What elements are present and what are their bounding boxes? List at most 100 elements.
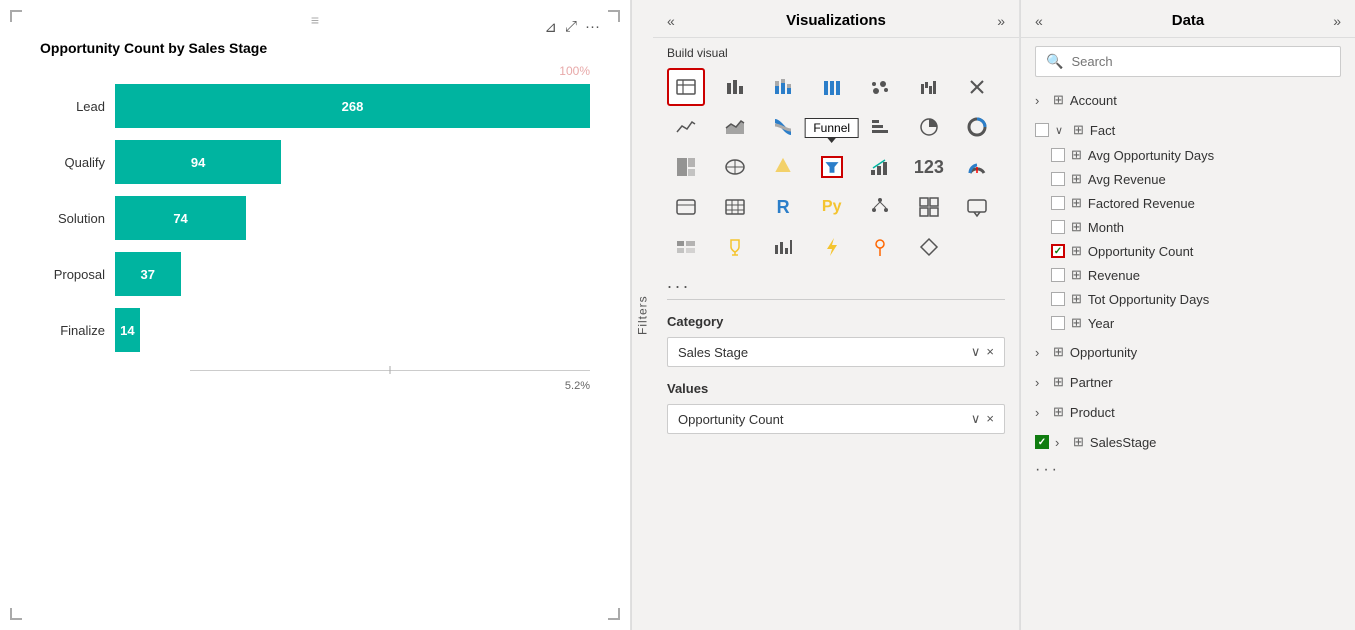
viz-icon-donut[interactable] [958, 108, 996, 146]
viz-icons-grid: Funnel 123 R [653, 64, 1019, 270]
viz-icon-treemap[interactable] [667, 148, 705, 186]
viz-icon-Py[interactable]: Py [813, 188, 851, 226]
group-header-partner[interactable]: › ⊞ Partner [1021, 369, 1355, 395]
viz-icon-kpi[interactable] [861, 148, 899, 186]
viz-icon-bar2[interactable] [861, 108, 899, 146]
expand-arrow-partner[interactable]: › [1035, 375, 1047, 390]
viz-icon-ribbon[interactable] [764, 108, 802, 146]
expand-arrow-opportunity[interactable]: › [1035, 345, 1047, 360]
data-more-btn[interactable]: ··· [1021, 457, 1355, 483]
bar-fill[interactable]: 74 [115, 196, 246, 240]
item-checkbox-avg-opp-days[interactable] [1051, 148, 1065, 162]
values-dropdown-icons: ∨ × [971, 411, 994, 427]
item-checkbox-factored-revenue[interactable] [1051, 196, 1065, 210]
viz-icon-waterfall[interactable] [910, 68, 948, 106]
expand-data-right-icon[interactable]: » [1333, 13, 1341, 29]
viz-icon-number[interactable]: 123 [910, 148, 948, 186]
data-item-tot-opportunity-days[interactable]: ⊞ Tot Opportunity Days [1021, 287, 1355, 311]
drag-handle[interactable]: ≡ [311, 12, 319, 28]
filter-icon[interactable]: ⊿ [544, 18, 557, 36]
group-header-product[interactable]: › ⊞ Product [1021, 399, 1355, 425]
viz-icon-scatter[interactable] [861, 68, 899, 106]
data-item-avg-revenue[interactable]: ⊞ Avg Revenue [1021, 167, 1355, 191]
viz-icon-pie[interactable] [910, 108, 948, 146]
dropdown-icons: ∨ × [971, 344, 994, 360]
chart-percent-top: 100% [40, 64, 590, 78]
viz-icon-bar[interactable] [716, 68, 754, 106]
bar-label: Solution [40, 211, 115, 226]
viz-icon-table2[interactable] [716, 188, 754, 226]
close-icon2[interactable]: × [986, 411, 994, 427]
resize-handle-bl[interactable] [10, 608, 22, 620]
viz-icon-line[interactable] [667, 108, 705, 146]
bar-label: Finalize [40, 323, 115, 338]
group-checkbox[interactable] [1035, 123, 1049, 137]
viz-icon-x[interactable] [958, 68, 996, 106]
data-item-factored-revenue[interactable]: ⊞ Factored Revenue [1021, 191, 1355, 215]
search-input[interactable] [1071, 54, 1330, 69]
viz-icon-table[interactable] [667, 68, 705, 106]
viz-icon-100-bar[interactable] [813, 68, 851, 106]
bar-fill[interactable]: 37 [115, 252, 181, 296]
bar-fill[interactable]: 94 [115, 140, 281, 184]
viz-icon-grid2[interactable] [910, 188, 948, 226]
expand-arrow-account[interactable]: › [1035, 93, 1047, 108]
item-checkbox-tot-opportunity-days[interactable] [1051, 292, 1065, 306]
group-icon-partner: ⊞ [1053, 374, 1064, 390]
viz-icon-shape-map[interactable] [764, 148, 802, 186]
item-checkbox-revenue[interactable] [1051, 268, 1065, 282]
data-item-month[interactable]: ⊞ Month [1021, 215, 1355, 239]
viz-icon-gauge[interactable] [958, 148, 996, 186]
search-box[interactable]: 🔍 [1035, 46, 1341, 77]
item-checkbox-year[interactable] [1051, 316, 1065, 330]
chevron-down-icon2[interactable]: ∨ [971, 411, 981, 427]
data-item-opportunity-count[interactable]: ✓ ⊞ Opportunity Count [1021, 239, 1355, 263]
resize-handle-br[interactable] [608, 608, 620, 620]
chart-panel: ≡ ⊿ ⤢ ··· Opportunity Count by Sales Sta… [0, 0, 630, 630]
viz-icon-small-bar[interactable] [764, 228, 802, 266]
group-header-fact[interactable]: ∨ ⊞ Fact [1021, 117, 1355, 143]
viz-icon-card[interactable] [667, 188, 705, 226]
group-header-account[interactable]: › ⊞ Account [1021, 87, 1355, 113]
viz-icon-lightning[interactable] [813, 228, 851, 266]
expand-right-icon[interactable]: » [997, 13, 1005, 29]
viz-icon-diamond[interactable] [910, 228, 948, 266]
group-checkbox[interactable]: ✓ [1035, 435, 1049, 449]
close-icon[interactable]: × [986, 344, 994, 360]
viz-icon-funnel[interactable]: Funnel [813, 148, 851, 186]
viz-arrows-left: « [667, 13, 675, 29]
collapse-data-left-icon[interactable]: « [1035, 13, 1043, 29]
item-checkbox-opportunity-count[interactable]: ✓ [1051, 244, 1065, 258]
viz-icon-stacked-bar[interactable] [764, 68, 802, 106]
viz-icon-comment[interactable] [958, 188, 996, 226]
values-dropdown[interactable]: Opportunity Count ∨ × [667, 404, 1005, 434]
bar-fill[interactable]: 268 [115, 84, 590, 128]
item-checkbox-avg-revenue[interactable] [1051, 172, 1065, 186]
viz-icon-map[interactable] [716, 148, 754, 186]
data-item-revenue[interactable]: ⊞ Revenue [1021, 263, 1355, 287]
group-header-salesstage[interactable]: ✓ › ⊞ SalesStage [1021, 429, 1355, 455]
expand-arrow-salesstage[interactable]: › [1055, 435, 1067, 450]
viz-more[interactable]: ... [653, 270, 1019, 295]
viz-icon-decomp[interactable] [861, 188, 899, 226]
expand-arrow-fact[interactable]: ∨ [1055, 124, 1067, 137]
chevron-down-icon[interactable]: ∨ [971, 344, 981, 360]
data-item-year[interactable]: ⊞ Year [1021, 311, 1355, 335]
expand-arrow-product[interactable]: › [1035, 405, 1047, 420]
item-checkbox-month[interactable] [1051, 220, 1065, 234]
viz-icon-pin-map[interactable] [861, 228, 899, 266]
viz-icon-table3[interactable] [667, 228, 705, 266]
resize-handle-tr[interactable] [608, 10, 620, 22]
expand-icon[interactable]: ⤢ [565, 18, 577, 36]
viz-icon-R[interactable]: R [764, 188, 802, 226]
data-item-avg-opp-days[interactable]: ⊞ Avg Opportunity Days [1021, 143, 1355, 167]
category-dropdown[interactable]: Sales Stage ∨ × [667, 337, 1005, 367]
resize-handle-tl[interactable] [10, 10, 22, 22]
bar-fill[interactable]: 14 [115, 308, 140, 352]
more-icon[interactable]: ··· [585, 18, 600, 36]
viz-icon-area[interactable] [716, 108, 754, 146]
viz-icon-color[interactable] [813, 108, 851, 146]
group-header-opportunity[interactable]: › ⊞ Opportunity [1021, 339, 1355, 365]
collapse-left-icon[interactable]: « [667, 13, 675, 29]
viz-icon-trophy[interactable] [716, 228, 754, 266]
